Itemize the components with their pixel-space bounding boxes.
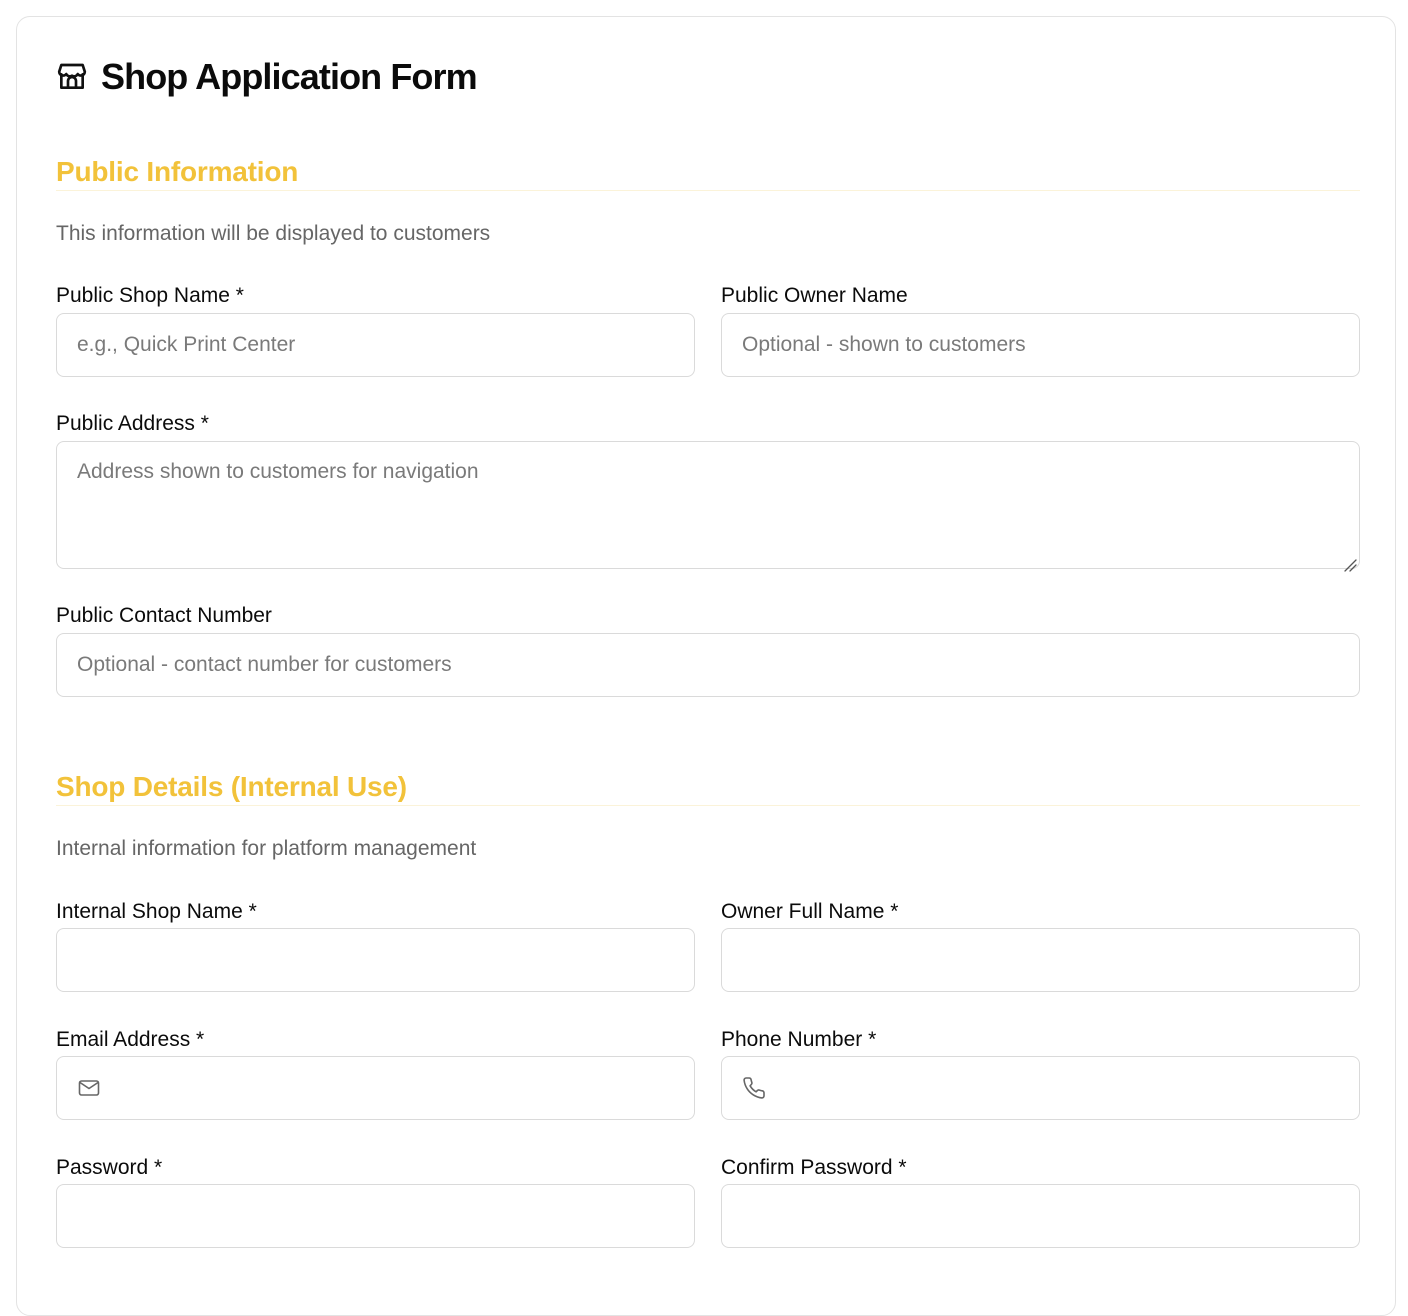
- public-contact-number-placeholder: Optional - contact number for customers: [77, 653, 452, 676]
- label-password: Password *: [56, 1156, 163, 1179]
- public-owner-name-input[interactable]: Optional - shown to customers: [721, 313, 1360, 377]
- label-email-address: Email Address *: [56, 1028, 205, 1051]
- public-address-placeholder: Address shown to customers for navigatio…: [77, 460, 479, 483]
- password-input[interactable]: [56, 1184, 695, 1248]
- public-shop-name-input[interactable]: e.g., Quick Print Center: [56, 313, 695, 377]
- phone-input[interactable]: [721, 1056, 1360, 1120]
- public-contact-number-input[interactable]: Optional - contact number for customers: [56, 633, 1360, 697]
- label-public-shop-name: Public Shop Name *: [56, 284, 244, 307]
- label-public-owner-name: Public Owner Name: [721, 284, 908, 307]
- form-header: Shop Application Form: [56, 55, 478, 99]
- public-owner-name-placeholder: Optional - shown to customers: [742, 333, 1026, 356]
- section-divider-internal: [56, 805, 1360, 806]
- label-phone-number: Phone Number *: [721, 1028, 877, 1051]
- shop-application-card: Shop Application Form Public Information…: [16, 16, 1396, 1316]
- mail-icon: [77, 1076, 101, 1100]
- label-public-address: Public Address *: [56, 412, 209, 435]
- confirm-password-input[interactable]: [721, 1184, 1360, 1248]
- public-address-textarea[interactable]: Address shown to customers for navigatio…: [56, 441, 1360, 572]
- owner-full-name-input[interactable]: [721, 928, 1360, 992]
- section-title-internal: Shop Details (Internal Use): [56, 771, 407, 802]
- label-owner-full-name: Owner Full Name *: [721, 900, 899, 923]
- label-internal-shop-name: Internal Shop Name *: [56, 900, 257, 923]
- public-shop-name-placeholder: e.g., Quick Print Center: [77, 333, 296, 356]
- email-input[interactable]: [56, 1056, 695, 1120]
- section-description-internal: Internal information for platform manage…: [56, 837, 477, 860]
- internal-shop-name-input[interactable]: [56, 928, 695, 992]
- page-title: Shop Application Form: [101, 56, 478, 97]
- resize-handle-icon[interactable]: [1343, 552, 1357, 572]
- store-icon: [56, 61, 88, 93]
- phone-icon: [742, 1076, 766, 1100]
- section-divider-public: [56, 190, 1360, 191]
- label-confirm-password: Confirm Password *: [721, 1156, 907, 1179]
- section-title-public: Public Information: [56, 156, 299, 187]
- section-description-public: This information will be displayed to cu…: [56, 222, 491, 245]
- label-public-contact-number: Public Contact Number: [56, 604, 272, 627]
